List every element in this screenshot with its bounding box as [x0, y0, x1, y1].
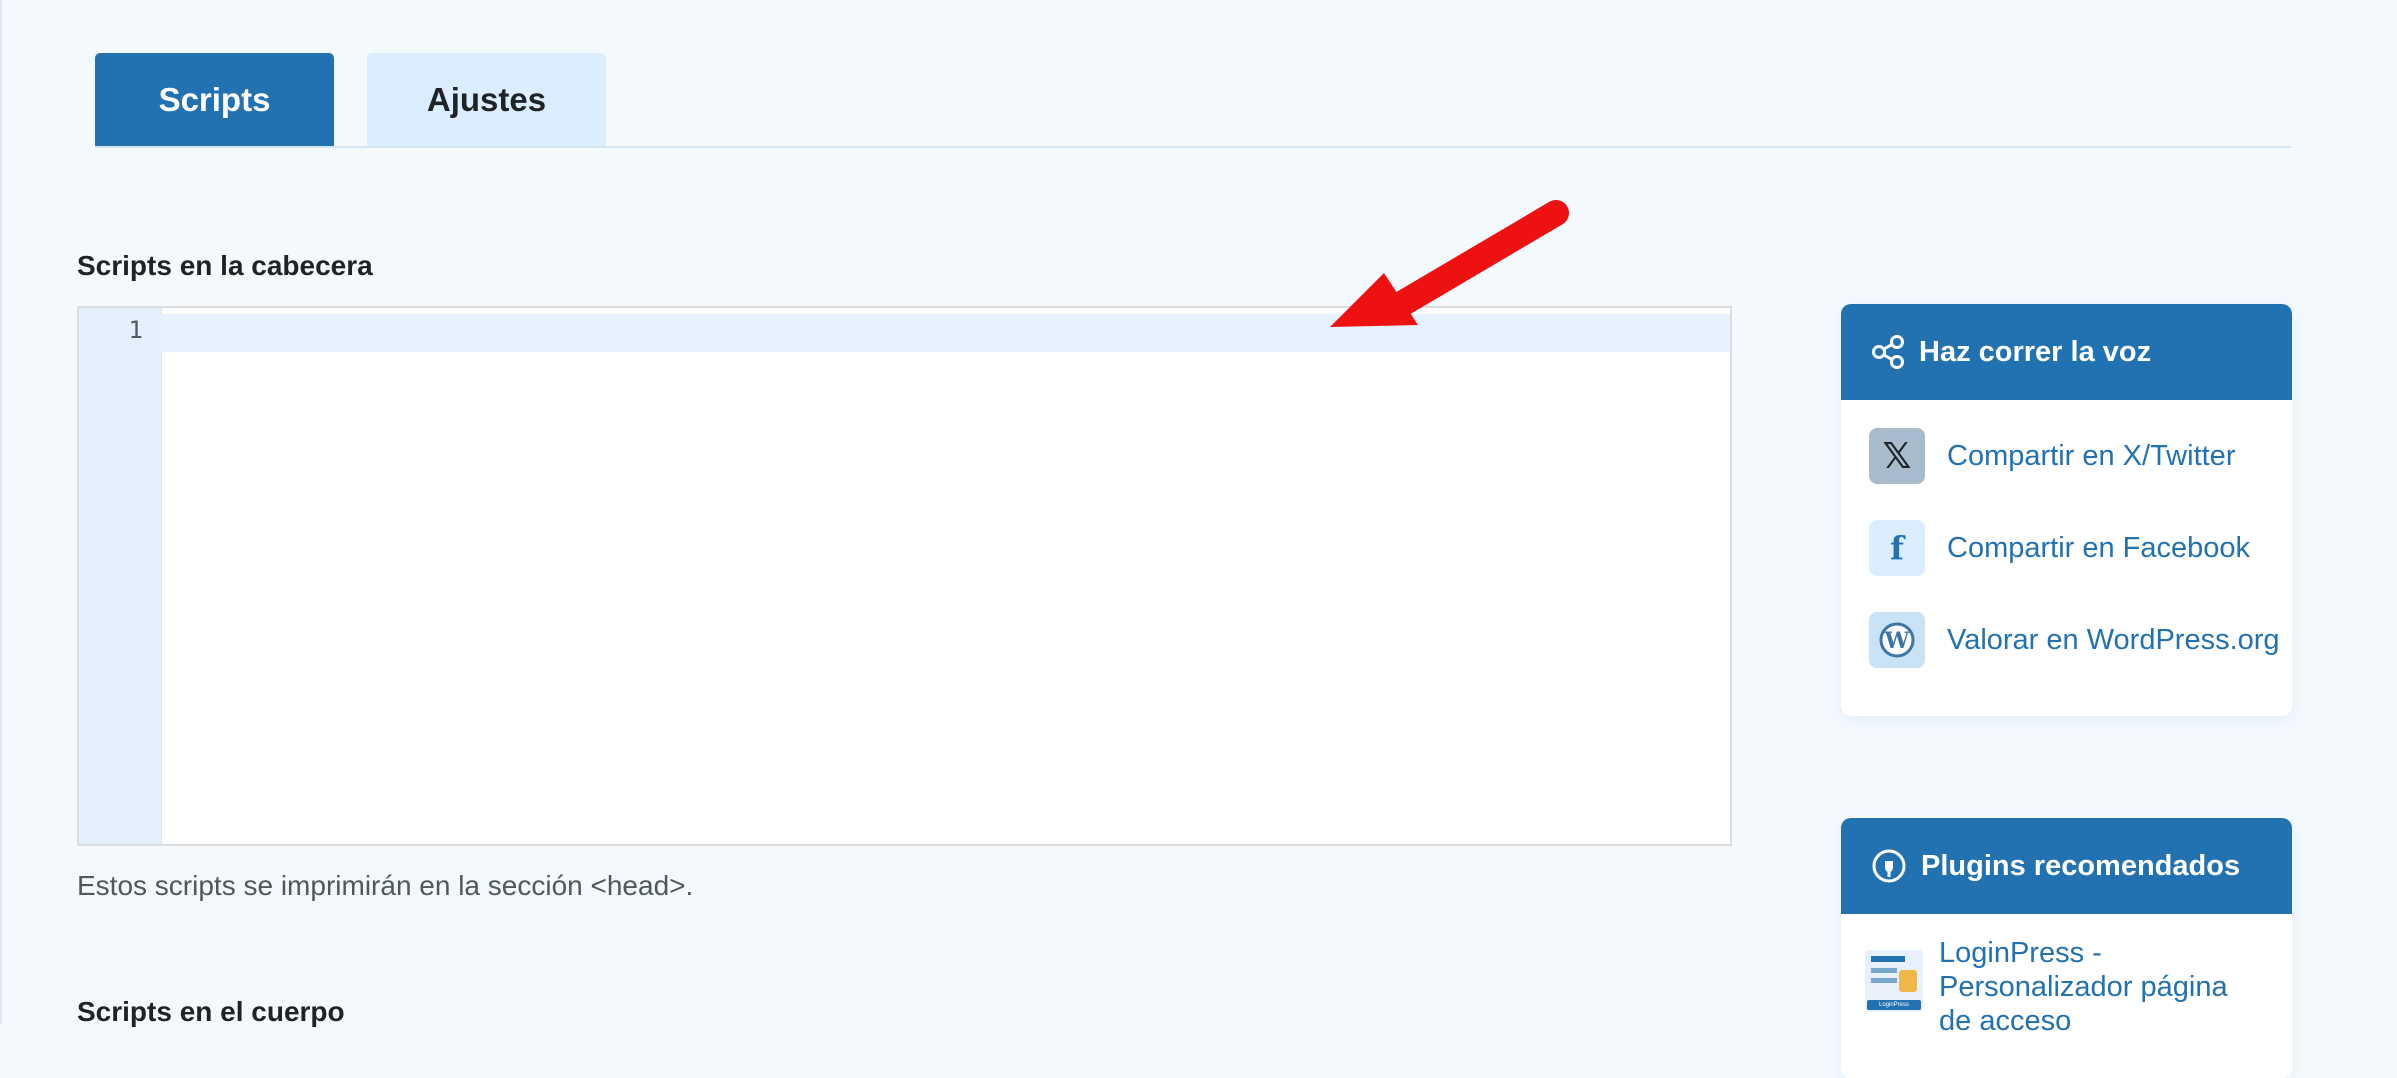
head-scripts-help: Estos scripts se imprimirán en la secció… — [77, 870, 694, 901]
head-scripts-editor[interactable]: 1 — [77, 306, 1732, 846]
plugin-loginpress-label: LoginPress - Personalizador página de ac… — [1939, 937, 2228, 1037]
plugin-loginpress-link[interactable]: LoginPress LoginPress - Personalizador p… — [1841, 914, 2292, 1038]
plugins-widget-title: Plugins recomendados — [1921, 849, 2241, 882]
line-number: 1 — [128, 316, 143, 344]
share-facebook-label: Compartir en Facebook — [1947, 531, 2251, 564]
x-twitter-icon: 𝕏 — [1869, 428, 1925, 484]
tab-ajustes[interactable]: Ajustes — [367, 53, 606, 147]
plugins-widget: Plugins recomendados LoginPress LoginPre… — [1841, 818, 2292, 1078]
wordpress-icon: W — [1869, 612, 1925, 668]
settings-tabs: Scripts Ajustes — [95, 53, 606, 147]
rate-wordpress-link[interactable]: W Valorar en WordPress.org — [1841, 594, 2292, 686]
rate-wordpress-label: Valorar en WordPress.org — [1947, 623, 2280, 656]
facebook-icon: f — [1869, 520, 1925, 576]
svg-text:W: W — [1884, 628, 1910, 654]
page-left-border — [0, 0, 2, 1024]
share-twitter-label: Compartir en X/Twitter — [1947, 439, 2236, 472]
tab-scripts[interactable]: Scripts — [95, 53, 334, 147]
body-scripts-label: Scripts en el cuerpo — [77, 996, 345, 1027]
tabs-divider — [95, 146, 2291, 148]
share-widget-header: Haz correr la voz — [1841, 304, 2292, 400]
loginpress-thumbnail: LoginPress — [1865, 950, 1923, 1012]
editor-gutter: 1 — [79, 308, 162, 844]
annotation-arrow-icon — [1330, 200, 1569, 327]
plugins-widget-header: Plugins recomendados — [1841, 818, 2292, 914]
share-facebook-link[interactable]: f Compartir en Facebook — [1841, 502, 2292, 594]
share-icon — [1872, 335, 1904, 369]
share-widget: Haz correr la voz 𝕏 Compartir en X/Twitt… — [1841, 304, 2292, 716]
share-widget-title: Haz correr la voz — [1919, 335, 2152, 368]
loginpress-thumb-text: LoginPress — [1867, 1000, 1921, 1010]
share-twitter-link[interactable]: 𝕏 Compartir en X/Twitter — [1841, 410, 2292, 502]
plug-icon — [1872, 849, 1906, 883]
head-scripts-label: Scripts en la cabecera — [77, 250, 373, 281]
